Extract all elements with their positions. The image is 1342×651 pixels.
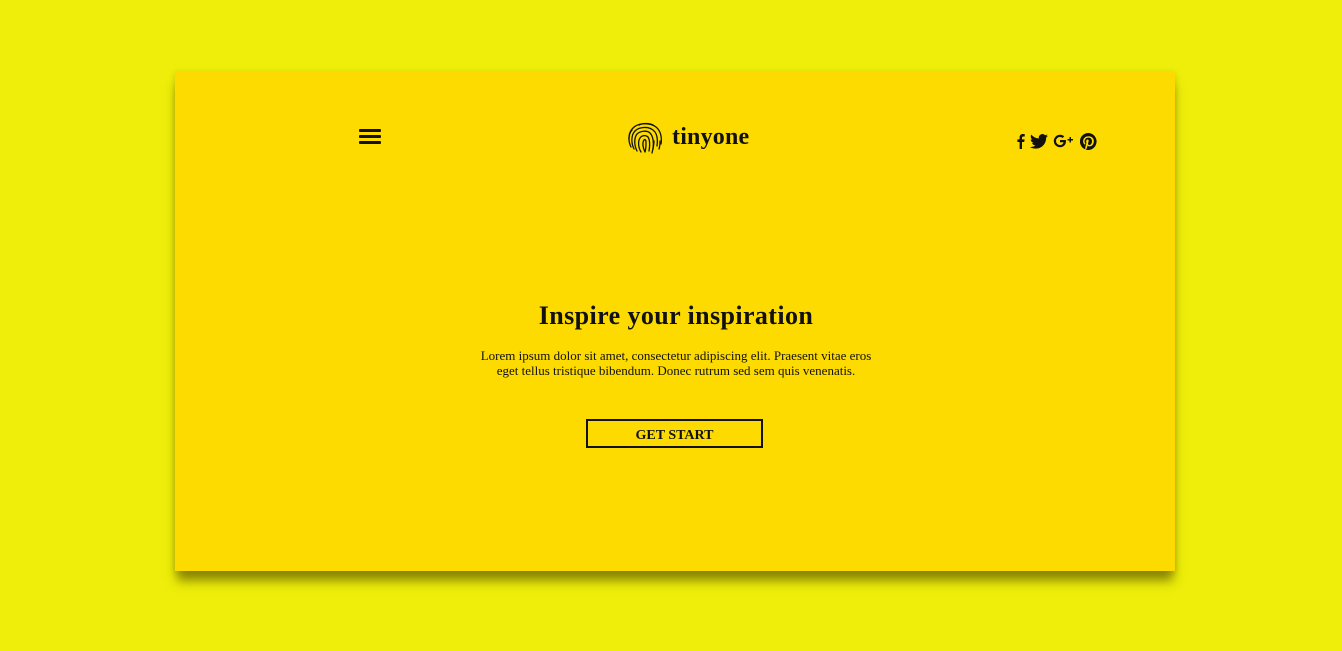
pinterest-icon[interactable]: [1080, 131, 1097, 151]
social-links: [1016, 131, 1102, 151]
hero-description: Lorem ipsum dolor sit amet, consectetur …: [480, 348, 872, 378]
hamburger-menu-icon[interactable]: [359, 126, 381, 144]
brand-name: tinyone: [672, 124, 750, 150]
google-plus-icon[interactable]: [1053, 131, 1075, 151]
hero-title: Inspire your inspiration: [538, 301, 814, 330]
facebook-icon[interactable]: [1016, 131, 1025, 151]
twitter-icon[interactable]: [1030, 131, 1048, 151]
fingerprint-icon: [628, 122, 662, 154]
get-start-button[interactable]: GET START: [586, 419, 763, 448]
brand[interactable]: tinyone: [625, 119, 749, 155]
hero: Inspire your inspiration Lorem ipsum dol…: [475, 299, 877, 378]
landing-card: tinyone Inspire your inspiration Lorem i…: [175, 71, 1175, 571]
